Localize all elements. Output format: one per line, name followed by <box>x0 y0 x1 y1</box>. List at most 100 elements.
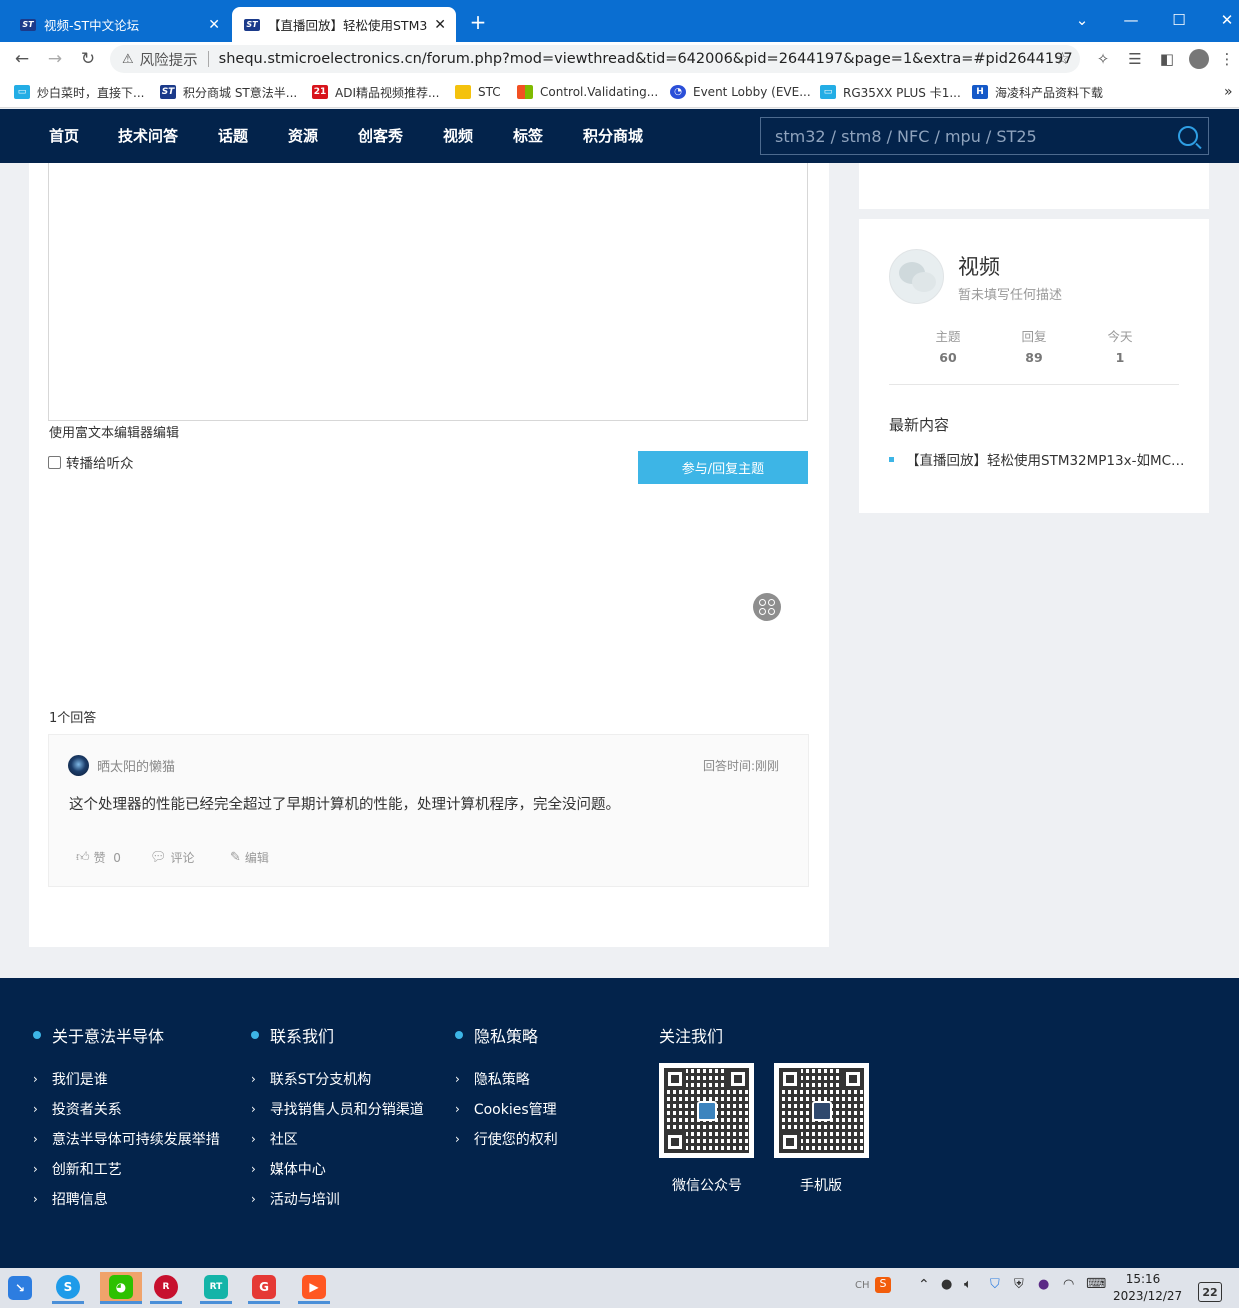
bookmark-item[interactable]: ▭ 炒白菜时，直接下... <box>14 82 144 102</box>
bookmark-folder[interactable]: STC <box>455 82 501 102</box>
forum-name: 视频 <box>958 255 1000 279</box>
st-logo-icon: ST <box>160 85 176 99</box>
footer-link[interactable]: › Cookies管理 <box>455 1099 557 1119</box>
nav-tags[interactable]: 标签 <box>513 109 543 163</box>
footer-link[interactable]: › 寻找销售人员和分销渠道 <box>251 1099 424 1119</box>
nav-tech-qa[interactable]: 技术问答 <box>118 109 178 163</box>
reply-editor[interactable] <box>48 163 808 421</box>
nav-points-mall[interactable]: 积分商城 <box>583 109 643 163</box>
forum-description: 暂未填写任何描述 <box>958 288 1063 303</box>
profile-avatar-icon[interactable] <box>1187 48 1211 70</box>
back-arrow-icon[interactable]: ← <box>9 47 35 71</box>
arrow-app-icon: ↘ <box>8 1276 32 1300</box>
warning-icon[interactable]: ⚠ <box>122 52 134 67</box>
shield-icon[interactable]: ⛉ <box>990 1277 1000 1292</box>
extensions-icon[interactable]: ✧ <box>1091 48 1115 70</box>
sogou-ime-icon[interactable]: S <box>875 1277 891 1293</box>
close-icon[interactable]: ✕ <box>208 17 220 33</box>
footer-link[interactable]: › 行使您的权利 <box>455 1129 558 1149</box>
footer-link[interactable]: › 投资者关系 <box>33 1099 122 1119</box>
footer-link[interactable]: › 活动与培训 <box>251 1189 340 1209</box>
footer-link[interactable]: › 我们是谁 <box>33 1069 108 1089</box>
bookmark-item[interactable]: Control.Validating... <box>517 82 658 102</box>
taskbar-clock[interactable]: 15:16 2023/12/27 <box>1113 1271 1182 1305</box>
notification-badge[interactable]: 22 <box>1198 1282 1222 1302</box>
browser-tab-video-forum[interactable]: ST 视频-ST中文论坛 ✕ <box>8 7 230 42</box>
nav-home[interactable]: 首页 <box>49 109 79 163</box>
site-search-input[interactable]: stm32 / stm8 / NFC / mpu / ST25 <box>760 117 1209 155</box>
answers-count: 1个回答 <box>49 711 97 726</box>
ime-indicator[interactable]: CH <box>855 1280 870 1291</box>
menu-kebab-icon[interactable]: ⋮ <box>1219 48 1235 70</box>
close-window-button[interactable]: ✕ <box>1213 8 1239 32</box>
risk-label[interactable]: 风险提示 <box>140 49 198 70</box>
rich-text-editor-link[interactable]: 使用富文本编辑器编辑 <box>49 422 179 441</box>
footer-link[interactable]: › 招聘信息 <box>33 1189 108 1209</box>
chevron-right-icon: › <box>33 1072 38 1086</box>
rt-icon: RT <box>204 1274 228 1299</box>
footer-link[interactable]: › 创新和工艺 <box>33 1159 122 1179</box>
edit-button[interactable]: ✎ 编辑 <box>230 849 269 866</box>
footer-link[interactable]: › 意法半导体可持续发展举措 <box>33 1129 220 1149</box>
like-button[interactable]: 👍︎ 赞 0 <box>76 849 121 866</box>
browser-tab-live-replay[interactable]: ST 【直播回放】轻松使用STM32 ✕ <box>232 7 456 42</box>
bookmark-item[interactable]: ▭ RG35XX PLUS 卡1... <box>820 82 961 102</box>
volume-icon[interactable]: 🔈︎ <box>964 1277 972 1292</box>
broadcast-checkbox[interactable]: 转播给听众 <box>48 452 134 472</box>
side-panel-icon[interactable]: ◧ <box>1155 48 1179 70</box>
footer-link[interactable]: › 联系ST分支机构 <box>251 1069 371 1089</box>
site-nav: 首页 技术问答 话题 资源 创客秀 视频 标签 积分商城 stm32 / stm… <box>0 109 1239 163</box>
search-icon[interactable] <box>1178 126 1198 146</box>
answer-username[interactable]: 晒太阳的懒猫 <box>97 756 175 775</box>
wechat-qr-code <box>659 1063 754 1158</box>
bullet-icon <box>251 1031 259 1039</box>
taskbar-app-arrow[interactable]: ↘ <box>4 1272 36 1304</box>
bookmark-item[interactable]: H 海凌科产品资料下载 <box>972 82 1103 102</box>
nav-topics[interactable]: 话题 <box>218 109 248 163</box>
reply-submit-button[interactable]: 参与/回复主题 <box>638 451 808 484</box>
nav-video[interactable]: 视频 <box>443 109 473 163</box>
security-icon[interactable]: ⛨ <box>1014 1277 1024 1292</box>
reload-icon[interactable]: ↻ <box>75 47 101 71</box>
footer-link[interactable]: › 媒体中心 <box>251 1159 326 1179</box>
maximize-button[interactable]: ☐ <box>1165 8 1193 32</box>
forward-arrow-icon[interactable]: → <box>42 47 68 71</box>
taskbar-app-rt[interactable]: RT <box>200 1272 232 1304</box>
url-text[interactable]: shequ.stmicroelectronics.cn/forum.php?mo… <box>219 51 1073 67</box>
new-tab-button[interactable]: + <box>466 10 490 34</box>
bookmark-item[interactable]: ◔ Event Lobby (EVE... <box>670 82 811 102</box>
apps-grid-icon[interactable] <box>753 593 781 621</box>
chevron-right-icon: › <box>251 1102 256 1116</box>
latest-content-title: 最新内容 <box>889 416 950 434</box>
footer-link[interactable]: › 社区 <box>251 1129 298 1149</box>
taskbar-app-rohm[interactable]: R <box>150 1272 182 1304</box>
tray-app-icon[interactable]: ● <box>941 1277 952 1292</box>
tab-search-button[interactable]: ⌄ <box>1068 8 1096 32</box>
taskbar-app-g[interactable]: G <box>248 1272 280 1304</box>
more-bookmarks-button[interactable]: » <box>1224 82 1233 102</box>
chevron-up-icon[interactable]: ⌃ <box>918 1277 930 1293</box>
taskbar-app-sogou[interactable]: S <box>52 1272 84 1304</box>
checkbox-box[interactable] <box>48 455 61 469</box>
tray-app-icon[interactable]: ● <box>1038 1277 1049 1292</box>
star-icon[interactable]: ☆ <box>1055 49 1070 69</box>
g-app-icon: G <box>252 1274 276 1299</box>
reading-list-icon[interactable]: ☰ <box>1123 48 1147 70</box>
bookmark-item[interactable]: 21 ADI精品视频推荐... <box>312 82 439 102</box>
address-bar[interactable]: ⚠ 风险提示 shequ.stmicroelectronics.cn/forum… <box>110 45 1080 73</box>
latest-content-item[interactable]: 【直播回放】轻松使用STM32MP13x-如MCU般在Cortex-A7上跑RT… <box>889 449 1189 469</box>
taskbar-app-play[interactable]: ▶ <box>298 1272 330 1304</box>
bookmark-item[interactable]: ST 积分商城 ST意法半... <box>160 82 297 102</box>
nav-resources[interactable]: 资源 <box>288 109 318 163</box>
comment-button[interactable]: 💬︎ 评论 <box>150 849 195 866</box>
answer-time: 回答时间:刚刚 <box>703 759 780 773</box>
footer-link[interactable]: › 隐私策略 <box>455 1069 530 1089</box>
wifi-icon[interactable]: ◠ <box>1063 1277 1074 1292</box>
avatar[interactable] <box>68 755 89 776</box>
nav-maker-show[interactable]: 创客秀 <box>358 109 403 163</box>
taskbar-app-wechat[interactable]: ◕ <box>100 1272 142 1304</box>
broadcast-label: 转播给听众 <box>66 456 134 472</box>
minimize-button[interactable]: — <box>1117 8 1145 32</box>
keyboard-icon[interactable]: ⌨ <box>1086 1276 1106 1292</box>
close-icon[interactable]: ✕ <box>434 17 446 33</box>
